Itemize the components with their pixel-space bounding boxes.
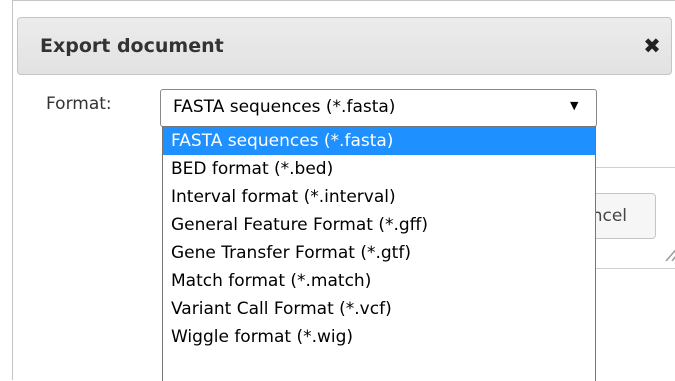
dialog-title: Export document [40,35,224,57]
format-select[interactable]: FASTA sequences (*.fasta) ▼ [160,89,597,127]
format-option[interactable]: Match format (*.match) [163,267,595,295]
format-label: Format: [46,94,112,114]
dialog-bottom-divider [596,268,675,269]
chevron-down-icon: ▼ [570,99,579,112]
format-option[interactable]: General Feature Format (*.gff) [163,211,595,239]
format-option[interactable]: Variant Call Format (*.vcf) [163,295,595,323]
format-select-value: FASTA sequences (*.fasta) [173,97,396,117]
export-dialog: Export document ✖ Format: FASTA sequence… [12,0,675,381]
dialog-titlebar[interactable]: Export document ✖ [17,17,672,75]
format-option[interactable]: FASTA sequences (*.fasta) [163,127,595,155]
format-option[interactable]: Gene Transfer Format (*.gtf) [163,239,595,267]
resize-handle-icon[interactable] [663,241,675,261]
format-option[interactable]: BED format (*.bed) [163,155,595,183]
format-dropdown-list: FASTA sequences (*.fasta) BED format (*.… [162,126,596,381]
format-option[interactable]: Interval format (*.interval) [163,183,595,211]
format-option[interactable]: Wiggle format (*.wig) [163,323,595,351]
dialog-content-divider [596,167,675,168]
close-icon[interactable]: ✖ [641,35,663,57]
